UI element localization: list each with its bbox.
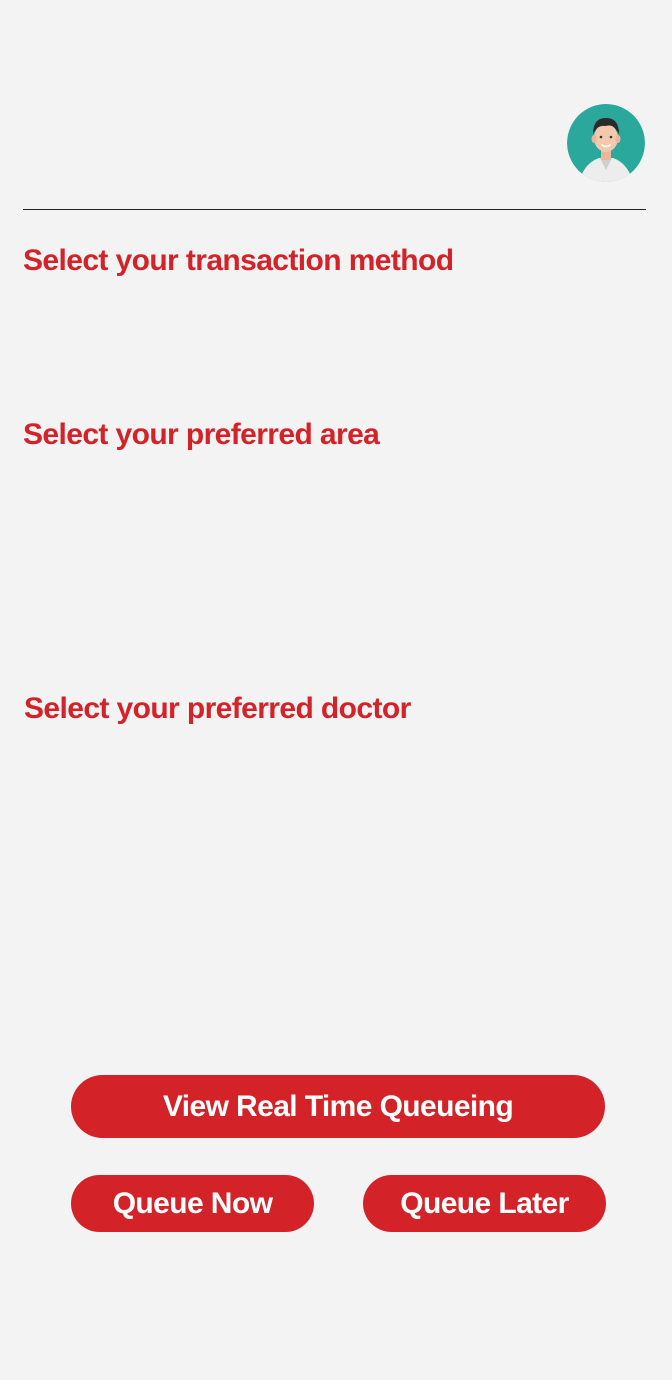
- header: [0, 0, 672, 210]
- transaction-method-title: Select your transaction method: [23, 244, 454, 277]
- queue-page: Select your transaction method Select yo…: [0, 0, 672, 1380]
- view-real-time-queueing-button[interactable]: View Real Time Queueing: [71, 1075, 605, 1138]
- queue-later-button[interactable]: Queue Later: [363, 1175, 606, 1232]
- preferred-area-title: Select your preferred area: [23, 418, 380, 451]
- header-divider: [23, 209, 646, 210]
- queue-now-button[interactable]: Queue Now: [71, 1175, 314, 1232]
- doctor-avatar-icon: [567, 104, 645, 182]
- preferred-doctor-title: Select your preferred doctor: [24, 692, 411, 725]
- profile-avatar[interactable]: [567, 104, 645, 182]
